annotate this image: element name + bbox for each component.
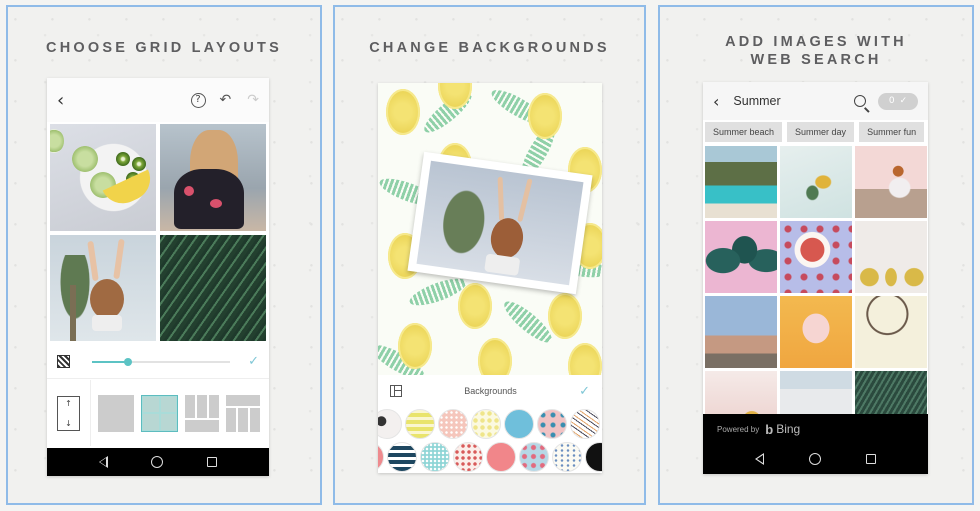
result-palm-street[interactable]: [705, 296, 777, 368]
swatch-locked-pattern[interactable]: [378, 409, 402, 439]
result-fruit-bowl[interactable]: [780, 221, 852, 293]
result-ice-cream-cone[interactable]: [780, 296, 852, 368]
result-white-buildings[interactable]: [780, 371, 852, 414]
help-icon[interactable]: ?: [190, 92, 206, 108]
pineapple-motif: [478, 338, 512, 375]
image-results-grid: [705, 146, 928, 414]
swap-button[interactable]: ↑ ↓: [47, 380, 91, 446]
swatch-solid-pink[interactable]: [486, 442, 516, 472]
result-coast-waterfall[interactable]: [705, 146, 777, 218]
photo-cell-smoothie[interactable]: [50, 124, 156, 231]
photo-cell-fern[interactable]: [160, 234, 266, 341]
pineapple-motif: [528, 93, 562, 139]
texture-icon[interactable]: [57, 355, 70, 368]
confirm-check-icon[interactable]: ✓: [579, 384, 590, 399]
nav-back-icon[interactable]: [98, 456, 108, 468]
back-chevron-icon[interactable]: ‹: [713, 92, 719, 111]
result-pineapple-pink[interactable]: [705, 371, 777, 414]
android-navbar: [47, 448, 269, 476]
swatch-yellow-stripes[interactable]: [405, 409, 435, 439]
powered-by-bing: Powered by b Bing: [703, 414, 928, 444]
panel-title: CHOOSE GRID LAYOUTS: [46, 40, 282, 56]
suggestion-chips: Summer beach Summer day Summer fun: [703, 122, 925, 142]
editor-toolbar: ‹ ? ↶ ↷: [47, 78, 269, 122]
layout-picker: ↑ ↓: [47, 380, 269, 446]
nav-home-icon[interactable]: [151, 456, 164, 468]
result-three-pineapples[interactable]: [855, 221, 927, 293]
result-palm-fronds[interactable]: [855, 371, 927, 414]
swatch-lemon-pattern[interactable]: [471, 409, 501, 439]
android-navbar: [703, 444, 928, 474]
result-dreamcatcher[interactable]: [855, 296, 927, 368]
suggestion-chip[interactable]: Summer fun: [859, 122, 925, 142]
pineapple-motif: [548, 293, 582, 339]
powered-by-label: Powered by: [717, 424, 760, 434]
layout-icon[interactable]: [390, 385, 402, 397]
result-monstera-leaves-pink[interactable]: [705, 221, 777, 293]
photo-cell-arms-raised[interactable]: [50, 234, 156, 341]
search-query[interactable]: Summer: [733, 94, 854, 108]
background-swatches: [378, 407, 602, 475]
nav-home-icon[interactable]: [808, 453, 821, 465]
swatch-diagonal-stripes[interactable]: [570, 409, 600, 439]
undo-icon[interactable]: ↶: [220, 92, 232, 108]
nav-recents-icon[interactable]: [865, 454, 876, 464]
web-search-screen: ‹ Summer 0 ✓ Summer beach Summer day Summ…: [703, 82, 928, 474]
collage-grid: [50, 124, 266, 341]
framed-photo[interactable]: [407, 151, 593, 295]
backgrounds-toolbar: Backgrounds ✓: [378, 377, 602, 405]
swatch-solid-black[interactable]: [585, 442, 602, 472]
provider-name: Bing: [776, 422, 801, 436]
suggestion-chip[interactable]: Summer beach: [705, 122, 783, 142]
panel-title: CHANGE BACKGROUNDS: [369, 40, 610, 56]
check-icon: ✓: [899, 96, 908, 106]
pineapple-motif: [386, 89, 420, 135]
spacing-slider[interactable]: [92, 357, 231, 366]
pineapple-motif: [458, 283, 492, 329]
nav-recents-icon[interactable]: [207, 457, 218, 467]
slider-knob[interactable]: [123, 357, 132, 366]
layout-grid-2x2-selected[interactable]: [141, 394, 178, 432]
layout-three-bottom[interactable]: [226, 394, 260, 432]
layout-three-top[interactable]: [185, 394, 219, 432]
suggestion-chip[interactable]: Summer day: [787, 122, 855, 142]
swatch-floral-red[interactable]: [453, 442, 483, 472]
swatch-text-pattern[interactable]: [552, 442, 582, 472]
panel-title-line2: WEB SEARCH: [750, 52, 882, 68]
pineapple-motif: [568, 343, 602, 375]
search-toolbar: ‹ Summer 0 ✓: [703, 82, 928, 120]
photo-cell-sunglasses[interactable]: [160, 124, 266, 231]
selected-count-button[interactable]: 0 ✓: [878, 92, 918, 110]
swatch-solid-blue[interactable]: [504, 409, 534, 439]
grid-editor-screen: ‹ ? ↶ ↷ ✓ ↑ ↓: [47, 78, 269, 476]
layout-single[interactable]: [98, 394, 134, 432]
swatch-aqua-dots[interactable]: [420, 442, 450, 472]
selected-count: 0: [888, 96, 895, 106]
search-icon[interactable]: [854, 95, 866, 107]
swatch-pink-partial[interactable]: [378, 442, 384, 472]
spacing-toolbar: ✓: [47, 345, 269, 379]
result-pineapple-on-sand[interactable]: [780, 146, 852, 218]
back-chevron-icon[interactable]: ‹: [57, 90, 64, 111]
confirm-check-icon[interactable]: ✓: [248, 354, 259, 369]
swatch-navy-stripes[interactable]: [387, 442, 417, 472]
swatch-floral-blue[interactable]: [519, 442, 549, 472]
pineapple-motif: [398, 323, 432, 369]
swatch-floral-pink[interactable]: [537, 409, 567, 439]
panel-title-line1: ADD IMAGES WITH: [725, 34, 907, 50]
background-canvas[interactable]: [378, 83, 602, 375]
result-woman-on-rocks[interactable]: [855, 146, 927, 218]
toolbar-title: Backgrounds: [464, 386, 517, 396]
backgrounds-screen: Backgrounds ✓: [378, 83, 602, 473]
bing-logo-icon: b: [765, 421, 774, 437]
swatch-peach-dots[interactable]: [438, 409, 468, 439]
redo-icon[interactable]: ↷: [247, 92, 259, 108]
nav-back-icon[interactable]: [755, 453, 765, 465]
swap-vertical-icon: ↑ ↓: [57, 395, 80, 431]
